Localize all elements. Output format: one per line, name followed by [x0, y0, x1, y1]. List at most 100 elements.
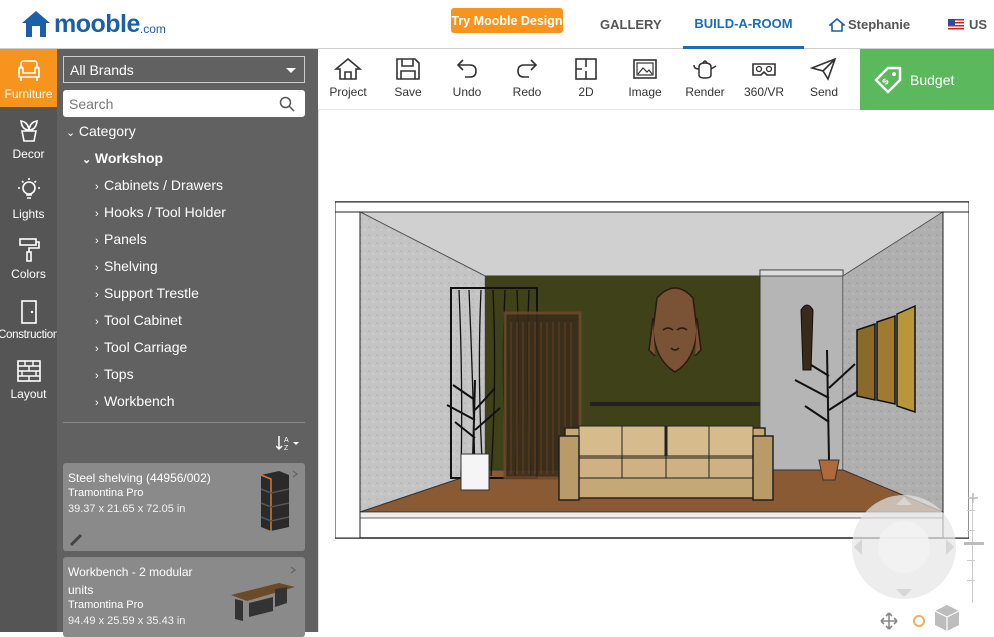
- sidebar-item-decor[interactable]: Decor: [0, 109, 57, 167]
- search-input[interactable]: [69, 95, 269, 112]
- save-button[interactable]: Save: [378, 49, 438, 110]
- search-icon[interactable]: [279, 96, 295, 112]
- product-title: Workbench - 2 modular units: [68, 565, 193, 597]
- zoom-in-icon[interactable]: [967, 492, 979, 504]
- sidebar-item-furniture[interactable]: Furniture: [0, 49, 57, 107]
- category-item-label: Hooks / Tool Holder: [104, 204, 226, 220]
- category-header[interactable]: ⌄ Category: [66, 123, 136, 139]
- category-label: Category: [78, 123, 136, 139]
- redo-icon: [517, 59, 538, 78]
- category-item-label: Shelving: [104, 258, 158, 274]
- floor-plan-icon: [575, 58, 597, 80]
- undo-icon: [456, 59, 477, 78]
- logo-text: mooble: [54, 9, 140, 38]
- door-icon: [20, 300, 37, 324]
- sidebar-item-colors[interactable]: Colors: [0, 229, 57, 287]
- product-brand: Tramontina Pro: [68, 487, 144, 499]
- sidebar-item-label: Colors: [11, 267, 46, 281]
- tool-label: Save: [394, 85, 422, 99]
- category-item[interactable]: › Tool Cabinet: [95, 312, 182, 328]
- paint-roller-icon: [18, 238, 40, 262]
- zoom-slider-track[interactable]: [972, 498, 973, 603]
- product-dims: 94.49 x 25.59 x 35.43 in: [68, 615, 186, 627]
- category-item[interactable]: › Tool Carriage: [95, 339, 187, 355]
- category-item-label: Workbench: [104, 393, 175, 409]
- zoom-slider-handle[interactable]: [964, 542, 984, 545]
- chevron-right-icon: ›: [95, 397, 99, 409]
- sidebar-item-construction[interactable]: Construction: [0, 289, 59, 347]
- brand-select[interactable]: All Brands: [63, 56, 305, 83]
- category-item[interactable]: › Hooks / Tool Holder: [95, 204, 226, 220]
- 2d-view-button[interactable]: 2D: [556, 49, 616, 110]
- picture-icon: [633, 59, 657, 79]
- svg-text:Z: Z: [284, 445, 289, 451]
- nav-gallery[interactable]: GALLERY: [600, 0, 662, 49]
- chevron-right-icon: ›: [95, 316, 99, 328]
- tool-label: Image: [628, 85, 662, 99]
- zoom-tick: [967, 560, 975, 561]
- search-box: [63, 90, 305, 117]
- sofa: [558, 425, 774, 501]
- top-bar: mooble .com Try Mooble Design GALLERY BU…: [0, 0, 994, 49]
- undo-button[interactable]: Undo: [437, 49, 497, 110]
- tool-label: Redo: [512, 85, 542, 99]
- sidebar-item-label: Lights: [12, 207, 45, 221]
- nav-build-a-room[interactable]: BUILD-A-ROOM: [683, 0, 804, 49]
- mooble-logo[interactable]: mooble .com: [20, 4, 166, 44]
- vr-headset-icon: [752, 63, 776, 76]
- zoom-tick: [967, 580, 975, 581]
- budget-button[interactable]: $ Budget: [860, 49, 994, 110]
- chevron-right-icon: ›: [95, 343, 99, 355]
- category-item[interactable]: › Shelving: [95, 258, 158, 274]
- category-item-label: Tool Carriage: [104, 339, 188, 355]
- project-button[interactable]: Project: [318, 49, 378, 110]
- workbench-thumbnail: [231, 566, 297, 621]
- camera-navigation-control[interactable]: [849, 495, 959, 635]
- sidebar-item-layout[interactable]: Layout: [0, 349, 57, 407]
- user-name: Stephanie: [848, 17, 911, 32]
- chevron-right-icon: ›: [95, 208, 99, 220]
- category-item-label: Support Trestle: [104, 285, 199, 301]
- category-item[interactable]: › Cabinets / Drawers: [95, 177, 223, 193]
- chevron-right-icon: ›: [95, 235, 99, 247]
- chevron-right-icon: ›: [95, 262, 99, 274]
- tool-label: 2D: [578, 85, 594, 99]
- sidebar-item-lights[interactable]: Lights: [0, 169, 57, 227]
- move-icon: [880, 612, 898, 630]
- tool-label: Send: [809, 85, 839, 99]
- home-icon: [829, 17, 845, 32]
- tool-label: Undo: [452, 85, 482, 99]
- ruler-icon: [69, 533, 83, 547]
- image-button[interactable]: Image: [615, 49, 675, 110]
- brick-wall-icon: [16, 360, 41, 382]
- zoom-tick: [967, 510, 975, 511]
- 360-vr-button[interactable]: 360/VR: [734, 49, 794, 110]
- zoom-tick: [967, 530, 975, 531]
- category-item[interactable]: › Workbench: [95, 393, 175, 409]
- sort-az-icon[interactable]: AZ: [275, 435, 302, 454]
- product-card[interactable]: Workbench - 2 modular units Tramontina P…: [63, 557, 305, 637]
- language-selector[interactable]: US: [948, 0, 987, 49]
- subcategory-workshop[interactable]: ⌄ Workshop: [82, 150, 163, 166]
- try-mooble-design-button[interactable]: Try Mooble Design: [451, 8, 563, 33]
- category-item[interactable]: › Support Trestle: [95, 285, 199, 301]
- subcategory-label: Workshop: [94, 150, 164, 166]
- category-item[interactable]: › Panels: [95, 231, 147, 247]
- send-button[interactable]: Send: [794, 49, 854, 110]
- budget-label: Budget: [910, 71, 955, 88]
- 3d-canvas[interactable]: [318, 110, 994, 632]
- render-button[interactable]: Render: [675, 49, 735, 110]
- category-item[interactable]: › Tops: [95, 366, 134, 382]
- user-menu[interactable]: Stephanie: [829, 0, 910, 49]
- category-item-label: Panels: [104, 231, 147, 247]
- category-item-label: Tops: [104, 366, 134, 382]
- house-logo-icon: [22, 11, 50, 37]
- product-card[interactable]: Steel shelving (44956/002) Tramontina Pr…: [63, 463, 305, 551]
- product-brand: Tramontina Pro: [68, 599, 144, 611]
- language-label: US: [969, 17, 988, 32]
- sidebar-item-label: Furniture: [4, 87, 53, 101]
- redo-button[interactable]: Redo: [497, 49, 557, 110]
- brand-select-value: All Brands: [70, 61, 134, 78]
- tool-label: Render: [685, 85, 725, 99]
- room-3d-view[interactable]: [335, 200, 969, 542]
